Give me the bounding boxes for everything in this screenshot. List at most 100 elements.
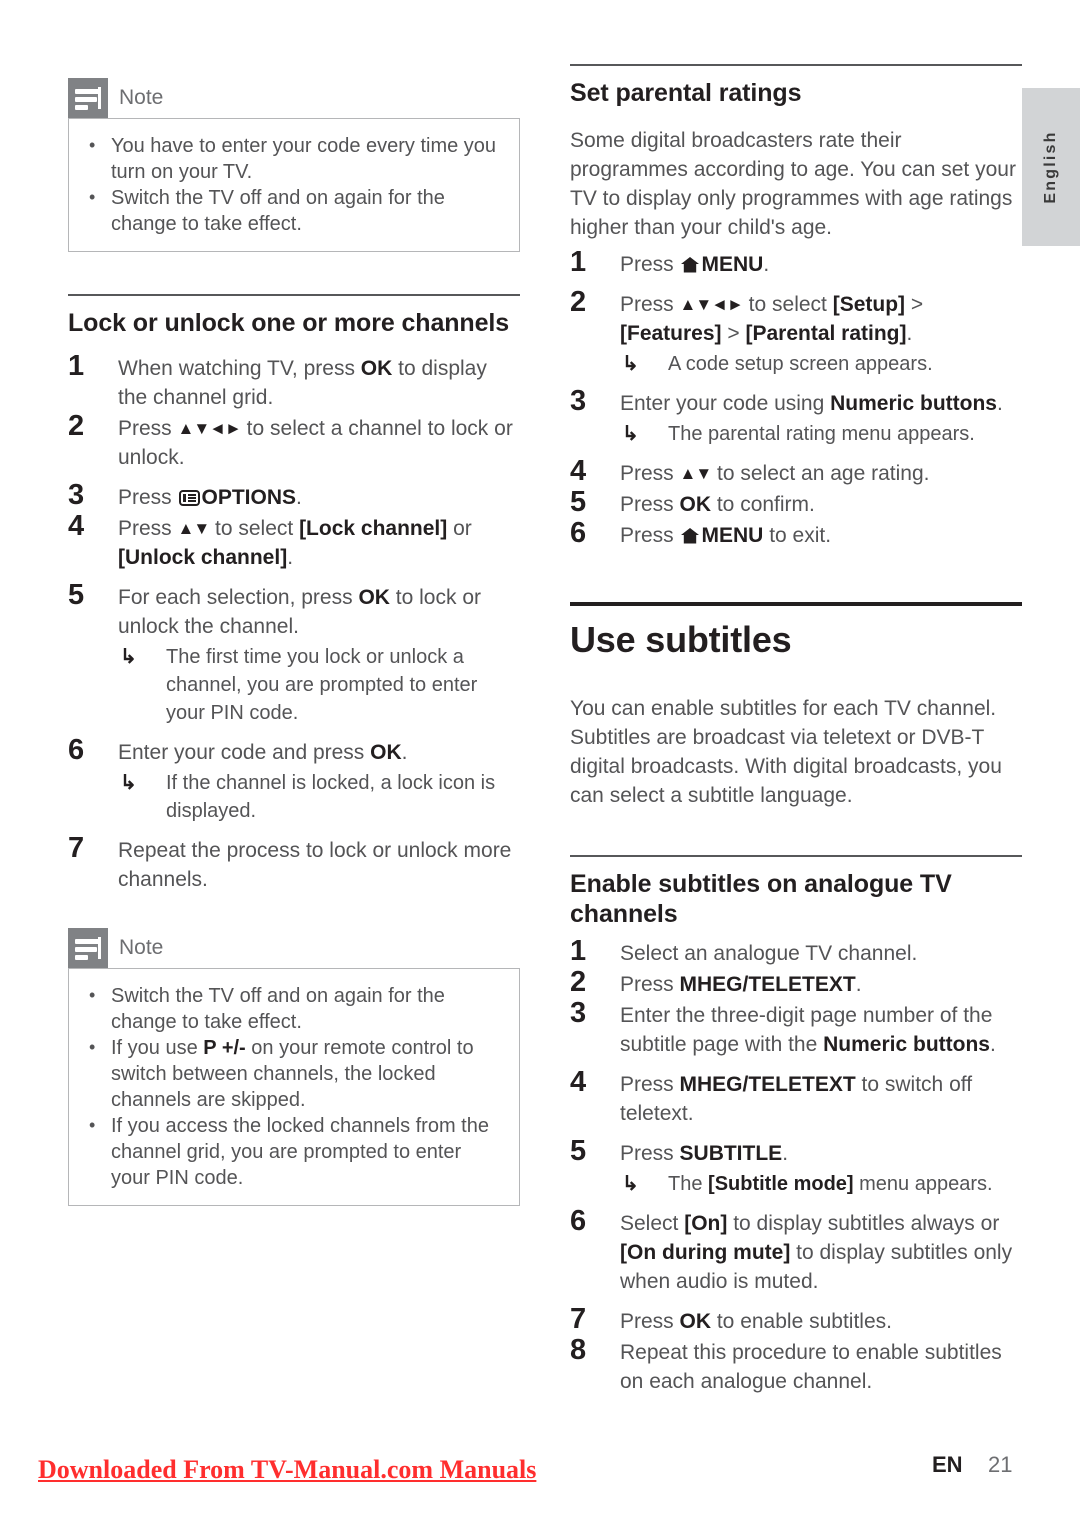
language-side-tab: English bbox=[1022, 88, 1080, 246]
step-number: 4 bbox=[68, 510, 85, 542]
step-text: Press MHEG/TELETEXT. bbox=[620, 973, 862, 997]
list-item: 4 Press MHEG/TELETEXT to switch off tele… bbox=[570, 1066, 1022, 1128]
step-number: 2 bbox=[570, 966, 587, 999]
note-list: You have to enter your code every time y… bbox=[85, 132, 501, 237]
step-text: Press ▲▼ to select an age rating. bbox=[620, 462, 930, 485]
section-heading: Use subtitles bbox=[570, 619, 792, 660]
list-item: 2 Press ▲▼◄► to select [Setup] > [Featur… bbox=[570, 286, 1022, 378]
step-number: 4 bbox=[570, 1066, 587, 1099]
note-icon bbox=[68, 78, 108, 118]
step-text: Press MHEG/TELETEXT to switch off telete… bbox=[620, 1073, 973, 1126]
section-intro: You can enable subtitles for each TV cha… bbox=[570, 697, 1002, 808]
step-number: 5 bbox=[68, 579, 85, 611]
step-number: 1 bbox=[68, 350, 85, 382]
step-text: For each selection, press OK to lock or … bbox=[118, 586, 481, 638]
result-text: The parental rating menu appears. bbox=[668, 423, 975, 445]
step-result: ↳ If the channel is locked, a lock icon … bbox=[118, 769, 520, 825]
list-item: 3 Press OPTIONS. bbox=[68, 479, 520, 512]
step-number: 6 bbox=[570, 517, 587, 549]
note-header: Note bbox=[68, 78, 520, 118]
step-text: Press MENU to exit. bbox=[620, 524, 832, 547]
step-text: Enter the three-digit page number of the… bbox=[620, 1004, 996, 1057]
step-text: Repeat this procedure to enable subtitle… bbox=[620, 1341, 1002, 1394]
section-rule bbox=[570, 855, 1022, 858]
section-lock-unlock: Lock or unlock one or more channels 1 Wh… bbox=[68, 294, 520, 894]
section-intro: Some digital broadcasters rate their pro… bbox=[570, 129, 1016, 239]
step-text: Press OPTIONS. bbox=[118, 486, 302, 509]
manual-page: English Note You have to enter your code… bbox=[0, 0, 1080, 1530]
result-arrow-icon: ↳ bbox=[622, 353, 639, 375]
list-item: 4 Press ▲▼ to select [Lock channel] or [… bbox=[68, 510, 520, 572]
nav-arrows-icon: ▲▼ bbox=[679, 464, 713, 483]
list-item: 3 Enter the three-digit page number of t… bbox=[570, 997, 1022, 1059]
step-text: Press MENU. bbox=[620, 253, 770, 276]
section-parental-ratings: Set parental ratings Some digital broadc… bbox=[570, 64, 1022, 550]
result-arrow-icon: ↳ bbox=[622, 423, 639, 445]
note-header: Note bbox=[68, 928, 520, 968]
nav-arrows-icon: ▲▼◄► bbox=[177, 419, 242, 438]
result-arrow-icon: ↳ bbox=[622, 1173, 639, 1196]
list-item: 5 For each selection, press OK to lock o… bbox=[68, 579, 520, 727]
result-text: A code setup screen appears. bbox=[668, 353, 933, 375]
step-number: 4 bbox=[570, 455, 587, 487]
step-number: 3 bbox=[570, 385, 587, 417]
list-item: 7 Press OK to enable subtitles. bbox=[570, 1303, 1022, 1336]
result-text: If the channel is locked, a lock icon is… bbox=[166, 772, 496, 822]
step-text: When watching TV, press OK to display th… bbox=[118, 357, 487, 409]
left-column: Note You have to enter your code every t… bbox=[68, 78, 520, 1206]
step-result: ↳ The parental rating menu appears. bbox=[620, 420, 1022, 448]
footer-language-code: EN bbox=[932, 1452, 963, 1477]
list-item: 2 Press ▲▼◄► to select a channel to lock… bbox=[68, 410, 520, 472]
section-rule bbox=[570, 602, 1022, 606]
language-side-tab-label: English bbox=[1042, 130, 1059, 204]
emphasis: P +/- bbox=[203, 1037, 246, 1059]
section-heading: Set parental ratings bbox=[570, 79, 802, 107]
step-result: ↳ The first time you lock or unlock a ch… bbox=[118, 643, 520, 727]
step-number: 6 bbox=[570, 1205, 587, 1238]
list-item: 1 Press MENU. bbox=[570, 246, 1022, 279]
step-list: 1 Press MENU. 2 Press ▲▼◄► to select [Se… bbox=[570, 246, 1022, 550]
step-result: ↳ The [Subtitle mode] menu appears. bbox=[620, 1170, 1022, 1198]
result-text: The [Subtitle mode] menu appears. bbox=[668, 1173, 993, 1196]
nav-arrows-icon: ▲▼ bbox=[177, 519, 211, 538]
list-item: 1 When watching TV, press OK to display … bbox=[68, 350, 520, 412]
note-icon bbox=[68, 928, 108, 968]
right-column: Set parental ratings Some digital broadc… bbox=[570, 64, 1022, 1398]
step-number: 5 bbox=[570, 1135, 587, 1168]
note-label: Note bbox=[119, 936, 164, 959]
step-number: 2 bbox=[570, 286, 587, 318]
step-number: 6 bbox=[68, 734, 85, 766]
note-list: Switch the TV off and on again for the c… bbox=[85, 982, 501, 1191]
step-text: Select an analogue TV channel. bbox=[620, 942, 918, 966]
note-label: Note bbox=[119, 86, 164, 109]
step-number: 2 bbox=[68, 410, 85, 442]
section-heading: Lock or unlock one or more channels bbox=[68, 309, 510, 337]
section-use-subtitles: Use subtitles You can enable subtitles f… bbox=[570, 602, 1022, 810]
list-item: 6 Enter your code and press OK. ↳ If the… bbox=[68, 734, 520, 825]
list-item: If you access the locked channels from t… bbox=[85, 1112, 501, 1191]
nav-arrows-icon: ▲▼◄► bbox=[679, 295, 744, 314]
note-body: You have to enter your code every time y… bbox=[68, 118, 520, 252]
list-item: If you use P +/- on your remote control … bbox=[85, 1034, 501, 1113]
step-text: Press OK to enable subtitles. bbox=[620, 1310, 892, 1334]
list-item: 6 Press MENU to exit. bbox=[570, 517, 1022, 550]
list-item: 4 Press ▲▼ to select an age rating. bbox=[570, 455, 1022, 488]
step-number: 3 bbox=[570, 997, 587, 1030]
note-body: Switch the TV off and on again for the c… bbox=[68, 968, 520, 1206]
step-list: 1 Select an analogue TV channel. 2 Press… bbox=[570, 935, 1022, 1396]
result-arrow-icon: ↳ bbox=[120, 646, 137, 668]
list-item: Switch the TV off and on again for the c… bbox=[85, 982, 501, 1035]
step-number: 5 bbox=[570, 486, 587, 518]
list-item: You have to enter your code every time y… bbox=[85, 132, 501, 185]
step-number: 1 bbox=[570, 935, 587, 968]
list-item: 6 Select [On] to display subtitles alway… bbox=[570, 1205, 1022, 1296]
download-watermark-link[interactable]: Downloaded From TV-Manual.com Manuals bbox=[38, 1455, 536, 1485]
list-item: 5 Press SUBTITLE. ↳ The [Subtitle mode] … bbox=[570, 1135, 1022, 1198]
step-text: Press OK to confirm. bbox=[620, 493, 815, 516]
result-text: The first time you lock or unlock a chan… bbox=[166, 646, 478, 724]
section-rule bbox=[68, 294, 520, 296]
step-list: 1 When watching TV, press OK to display … bbox=[68, 350, 520, 894]
list-item: Switch the TV off and on again for the c… bbox=[85, 184, 501, 237]
list-item: 8 Repeat this procedure to enable subtit… bbox=[570, 1334, 1022, 1396]
note-box-bottom: Note Switch the TV off and on again for … bbox=[68, 928, 520, 1206]
